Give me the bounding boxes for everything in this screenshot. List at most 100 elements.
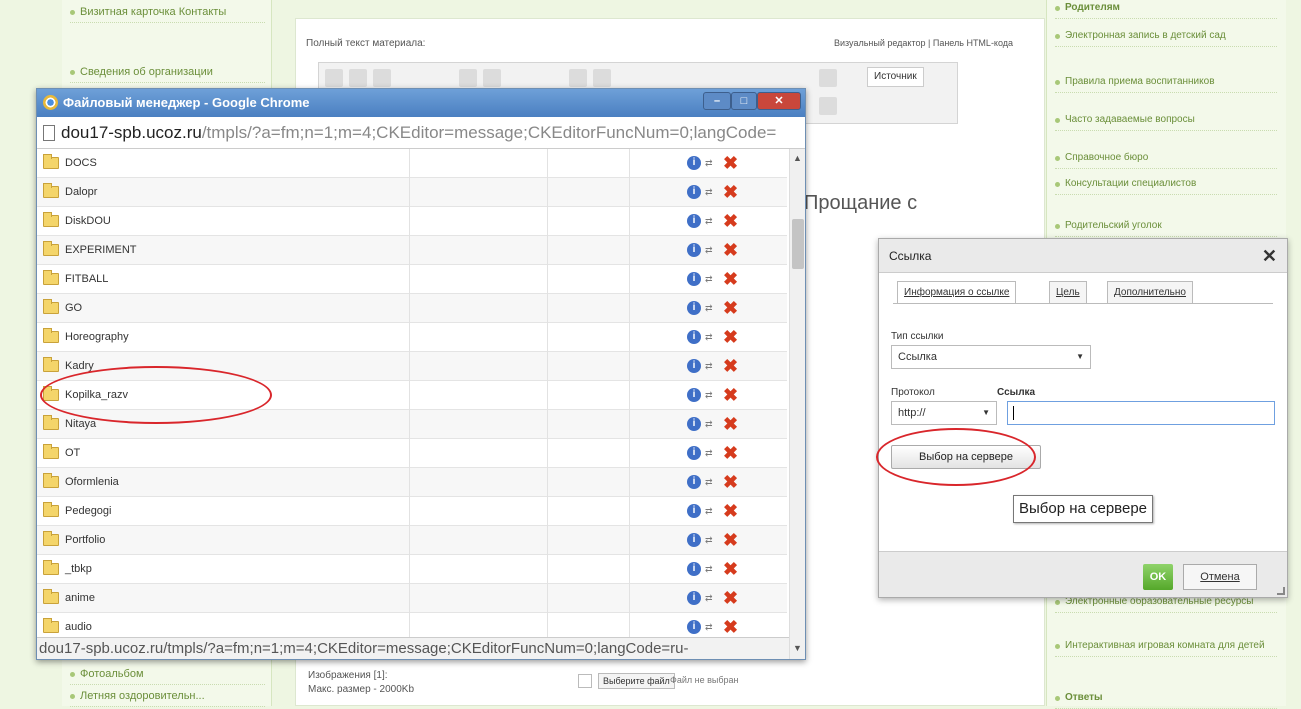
delete-icon[interactable]: ✖ <box>723 356 739 376</box>
info-icon[interactable]: i <box>687 475 701 489</box>
delete-icon[interactable]: ✖ <box>723 240 739 260</box>
info-icon[interactable]: i <box>687 272 701 286</box>
rename-icon[interactable]: ⇄ <box>705 591 719 605</box>
folder-row[interactable]: EXPERIMENT i ⇄ ✖ <box>37 236 787 265</box>
info-icon[interactable]: i <box>687 214 701 228</box>
info-icon[interactable]: i <box>687 156 701 170</box>
right-sidebar-item[interactable]: Справочное бюро <box>1055 152 1277 169</box>
rename-icon[interactable]: ⇄ <box>705 330 719 344</box>
right-sidebar-item[interactable]: Ответы <box>1055 692 1277 709</box>
delete-icon[interactable]: ✖ <box>723 559 739 579</box>
info-icon[interactable]: i <box>687 301 701 315</box>
delete-icon[interactable]: ✖ <box>723 443 739 463</box>
editor-mode-switch[interactable]: Визуальный редактор | Панель HTML-кода <box>834 38 1013 48</box>
folder-name[interactable]: Dalopr <box>65 178 97 207</box>
minimize-button[interactable]: – <box>703 92 731 110</box>
rename-icon[interactable]: ⇄ <box>705 504 719 518</box>
rename-icon[interactable]: ⇄ <box>705 417 719 431</box>
delete-icon[interactable]: ✖ <box>723 153 739 173</box>
folder-name[interactable]: Portfolio <box>65 526 105 555</box>
delete-icon[interactable]: ✖ <box>723 211 739 231</box>
tab-target[interactable]: Цель <box>1049 281 1087 303</box>
left-sidebar-item[interactable]: Фотоальбом <box>70 668 265 685</box>
folder-name[interactable]: EXPERIMENT <box>65 236 137 265</box>
source-button[interactable]: Источник <box>867 67 924 87</box>
close-window-button[interactable]: ✕ <box>757 92 801 110</box>
rename-icon[interactable]: ⇄ <box>705 562 719 576</box>
delete-icon[interactable]: ✖ <box>723 617 739 637</box>
folder-name[interactable]: DOCS <box>65 149 97 178</box>
right-sidebar-item[interactable]: Электронные образовательные ресурсы <box>1055 596 1277 613</box>
rename-icon[interactable]: ⇄ <box>705 620 719 634</box>
right-sidebar-item[interactable]: Правила приема воспитанников <box>1055 76 1277 93</box>
right-sidebar-item[interactable]: Электронная запись в детский сад <box>1055 30 1277 47</box>
delete-icon[interactable]: ✖ <box>723 472 739 492</box>
url-input[interactable] <box>1007 401 1275 425</box>
toolbar-button[interactable] <box>819 97 837 115</box>
rename-icon[interactable]: ⇄ <box>705 359 719 373</box>
toolbar-button[interactable] <box>459 69 477 87</box>
folder-row[interactable]: Pedegogi i ⇄ ✖ <box>37 497 787 526</box>
rename-icon[interactable]: ⇄ <box>705 272 719 286</box>
scroll-down-icon[interactable]: ▼ <box>793 643 802 653</box>
folder-row[interactable]: audio i ⇄ ✖ <box>37 613 787 639</box>
info-icon[interactable]: i <box>687 359 701 373</box>
toolbar-button[interactable] <box>373 69 391 87</box>
left-sidebar-item[interactable]: Визитная карточка Контакты <box>70 6 265 23</box>
delete-icon[interactable]: ✖ <box>723 327 739 347</box>
info-icon[interactable]: i <box>687 562 701 576</box>
right-sidebar-item[interactable]: Консультации специалистов <box>1055 178 1277 195</box>
folder-row[interactable]: DOCS i ⇄ ✖ <box>37 149 787 178</box>
folder-row[interactable]: Horeography i ⇄ ✖ <box>37 323 787 352</box>
toolbar-button[interactable] <box>349 69 367 87</box>
rename-icon[interactable]: ⇄ <box>705 185 719 199</box>
folder-row[interactable]: GO i ⇄ ✖ <box>37 294 787 323</box>
delete-icon[interactable]: ✖ <box>723 588 739 608</box>
rename-icon[interactable]: ⇄ <box>705 446 719 460</box>
folder-name[interactable]: anime <box>65 584 95 613</box>
delete-icon[interactable]: ✖ <box>723 414 739 434</box>
info-icon[interactable]: i <box>687 417 701 431</box>
folder-name[interactable]: GO <box>65 294 82 323</box>
add-attachment-button[interactable] <box>578 674 592 688</box>
rename-icon[interactable]: ⇄ <box>705 533 719 547</box>
delete-icon[interactable]: ✖ <box>723 182 739 202</box>
protocol-select[interactable]: http:// ▼ <box>891 401 997 425</box>
folder-row[interactable]: Portfolio i ⇄ ✖ <box>37 526 787 555</box>
info-icon[interactable]: i <box>687 446 701 460</box>
right-sidebar-item[interactable]: Родительский уголок <box>1055 220 1277 237</box>
close-icon[interactable]: ✕ <box>1262 239 1277 273</box>
folder-name[interactable]: Horeography <box>65 323 129 352</box>
folder-name[interactable]: FITBALL <box>65 265 108 294</box>
toolbar-button[interactable] <box>593 69 611 87</box>
toolbar-button[interactable] <box>569 69 587 87</box>
resize-grip-icon[interactable] <box>1277 587 1285 595</box>
address-bar[interactable]: dou17-spb.ucoz.ru/tmpls/?a=fm;n=1;m=4;CK… <box>37 117 805 149</box>
scroll-thumb[interactable] <box>792 219 804 269</box>
maximize-button[interactable]: □ <box>731 92 757 110</box>
rename-icon[interactable]: ⇄ <box>705 243 719 257</box>
info-icon[interactable]: i <box>687 330 701 344</box>
rename-icon[interactable]: ⇄ <box>705 388 719 402</box>
folder-name[interactable]: OT <box>65 439 80 468</box>
file-manager-titlebar[interactable]: Файловый менеджер - Google Chrome – □ ✕ <box>37 89 805 117</box>
tab-advanced[interactable]: Дополнительно <box>1107 281 1193 303</box>
folder-name[interactable]: Pedegogi <box>65 497 112 526</box>
folder-row[interactable]: OT i ⇄ ✖ <box>37 439 787 468</box>
left-sidebar-item[interactable]: Сведения об организации <box>70 66 265 83</box>
folder-row[interactable]: FITBALL i ⇄ ✖ <box>37 265 787 294</box>
folder-name[interactable]: DiskDOU <box>65 207 111 236</box>
right-sidebar-item[interactable]: Часто задаваемые вопросы <box>1055 114 1277 131</box>
delete-icon[interactable]: ✖ <box>723 269 739 289</box>
scroll-up-icon[interactable]: ▲ <box>793 153 802 163</box>
tab-link-info[interactable]: Информация о ссылке <box>897 281 1017 303</box>
delete-icon[interactable]: ✖ <box>723 530 739 550</box>
choose-file-button[interactable]: Выберите файл <box>598 673 675 689</box>
delete-icon[interactable]: ✖ <box>723 501 739 521</box>
vertical-scrollbar[interactable]: ▲ ▼ <box>789 149 805 659</box>
right-sidebar-item[interactable]: Интерактивная игровая комната для детей <box>1055 640 1277 657</box>
folder-name[interactable]: _tbkp <box>65 555 92 584</box>
folder-row[interactable]: _tbkp i ⇄ ✖ <box>37 555 787 584</box>
folder-name[interactable]: audio <box>65 613 92 639</box>
info-icon[interactable]: i <box>687 185 701 199</box>
